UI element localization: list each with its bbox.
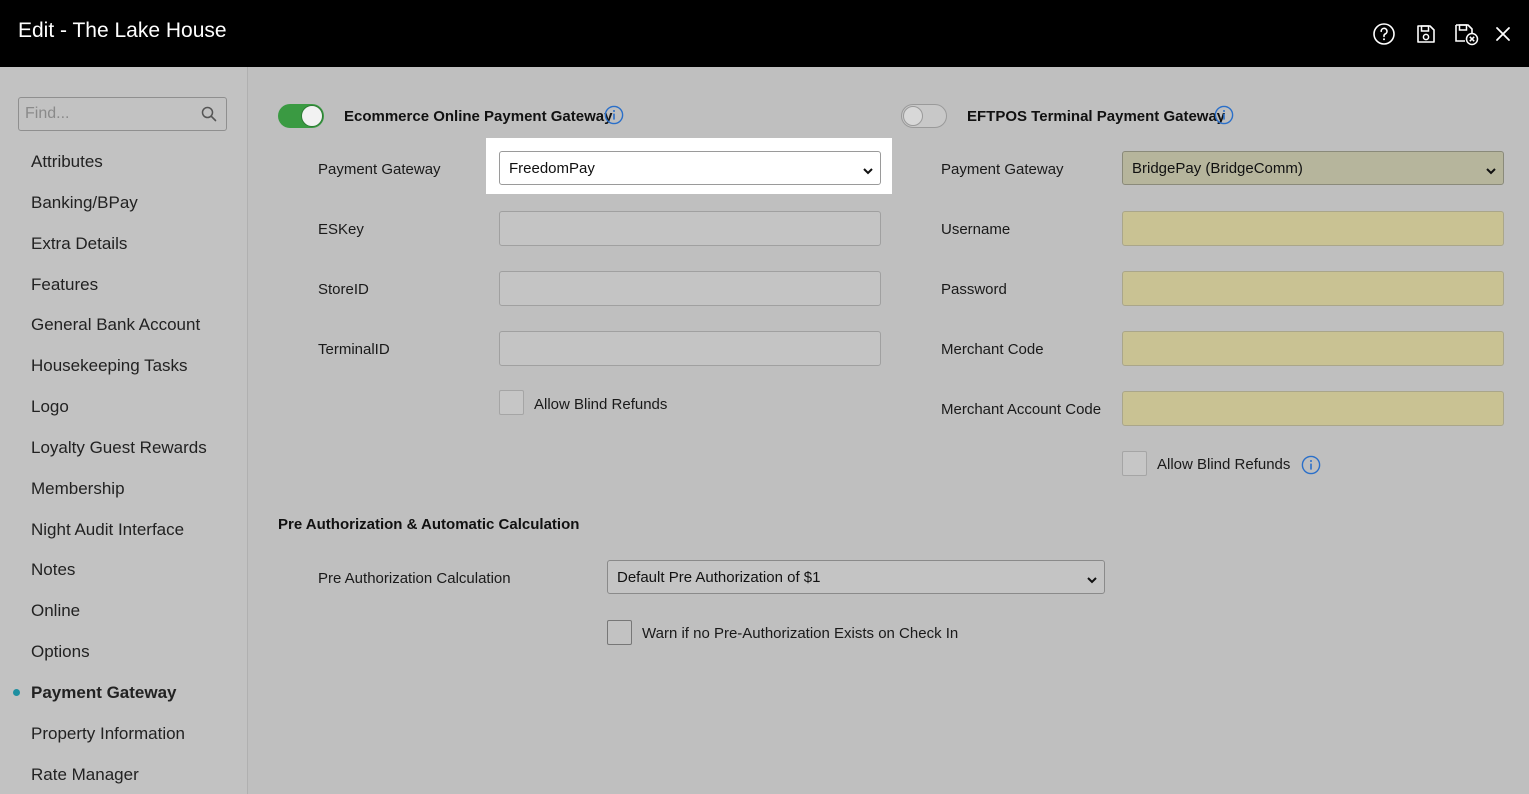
eftpos-gateway-label: Payment Gateway	[941, 161, 1064, 178]
storeid-label: StoreID	[318, 281, 369, 298]
storeid-field[interactable]	[499, 271, 881, 306]
sidebar-item-housekeeping-tasks[interactable]: Housekeeping Tasks	[31, 356, 188, 376]
password-label: Password	[941, 281, 1007, 298]
ecommerce-toggle[interactable]	[278, 104, 324, 128]
save-icon[interactable]	[1413, 21, 1439, 47]
eftpos-toggle[interactable]	[901, 104, 947, 128]
eftpos-info-icon[interactable]	[1214, 105, 1234, 125]
ecommerce-gateway-label: Payment Gateway	[318, 161, 441, 178]
eftpos-header: EFTPOS Terminal Payment Gateway	[967, 108, 1226, 125]
username-label: Username	[941, 221, 1011, 238]
eftpos-blind-refunds-checkbox[interactable]	[1122, 451, 1147, 476]
eftpos-gateway-select[interactable]: BridgePay (BridgeComm)	[1122, 151, 1504, 185]
preauth-header: Pre Authorization & Automatic Calculatio…	[278, 516, 580, 533]
sidebar-item-features[interactable]: Features	[31, 275, 98, 295]
search-icon[interactable]	[201, 106, 217, 127]
ecommerce-header: Ecommerce Online Payment Gateway	[344, 108, 613, 125]
eskey-label: ESKey	[318, 221, 364, 238]
sidebar-item-logo[interactable]: Logo	[31, 397, 69, 417]
sidebar-item-general-bank-account[interactable]: General Bank Account	[31, 315, 200, 335]
merchant-account-code-label: Merchant Account Code	[941, 401, 1102, 418]
merchant-code-field[interactable]	[1122, 331, 1504, 366]
preauth-calc-value: Default Pre Authorization of $1	[617, 568, 821, 586]
ecommerce-blind-refunds-label: Allow Blind Refunds	[534, 396, 668, 413]
sidebar-item-extra-details[interactable]: Extra Details	[31, 234, 127, 254]
eskey-field[interactable]	[499, 211, 881, 246]
sidebar-item-attributes[interactable]: Attributes	[31, 152, 103, 172]
preauth-warn-checkbox[interactable]	[607, 620, 632, 645]
merchant-account-code-field[interactable]	[1122, 391, 1504, 426]
sidebar-item-night-audit-interface[interactable]: Night Audit Interface	[31, 520, 184, 540]
close-icon[interactable]	[1490, 21, 1516, 47]
username-field[interactable]	[1122, 211, 1504, 246]
preauth-calc-select[interactable]: Default Pre Authorization of $1	[607, 560, 1105, 594]
toggle-knob	[903, 106, 923, 126]
ecommerce-gateway-value: FreedomPay	[509, 159, 595, 177]
help-icon[interactable]	[1371, 21, 1397, 47]
sidebar-item-notes[interactable]: Notes	[31, 560, 75, 580]
sidebar-item-payment-gateway[interactable]: Payment Gateway	[31, 683, 177, 703]
chevron-down-icon	[862, 163, 874, 180]
save-close-icon[interactable]	[1454, 21, 1480, 47]
merchant-code-label: Merchant Code	[941, 341, 1044, 358]
terminalid-field[interactable]	[499, 331, 881, 366]
blind-refunds-info-icon[interactable]	[1301, 455, 1321, 475]
sidebar-item-banking-bpay[interactable]: Banking/BPay	[31, 193, 138, 213]
terminalid-label: TerminalID	[318, 341, 390, 358]
sidebar-item-membership[interactable]: Membership	[31, 479, 125, 499]
search-box	[18, 97, 227, 131]
search-input[interactable]	[19, 98, 194, 130]
sidebar-item-loyalty-guest-rewards[interactable]: Loyalty Guest Rewards	[31, 438, 207, 458]
ecommerce-gateway-select[interactable]: FreedomPay	[499, 151, 881, 185]
toggle-knob	[301, 105, 323, 127]
main-panel: Ecommerce Online Payment Gateway Payment…	[249, 67, 1529, 794]
ecommerce-info-icon[interactable]	[604, 105, 624, 125]
password-field[interactable]	[1122, 271, 1504, 306]
title-bar: Edit - The Lake House	[0, 0, 1529, 67]
sidebar-item-options[interactable]: Options	[31, 642, 90, 662]
sidebar-item-online[interactable]: Online	[31, 601, 80, 621]
sidebar-item-rate-manager[interactable]: Rate Manager	[31, 765, 139, 785]
eftpos-blind-refunds-label: Allow Blind Refunds	[1157, 456, 1291, 473]
eftpos-gateway-value: BridgePay (BridgeComm)	[1132, 159, 1303, 177]
sidebar: Attributes Banking/BPay Extra Details Fe…	[0, 67, 248, 794]
ecommerce-blind-refunds-checkbox[interactable]	[499, 390, 524, 415]
preauth-warn-label: Warn if no Pre-Authorization Exists on C…	[642, 625, 959, 642]
window-title: Edit - The Lake House	[18, 19, 227, 42]
chevron-down-icon	[1485, 163, 1497, 180]
active-indicator	[13, 689, 20, 696]
preauth-calc-label: Pre Authorization Calculation	[318, 570, 511, 587]
sidebar-item-property-information[interactable]: Property Information	[31, 724, 185, 744]
chevron-down-icon	[1086, 572, 1098, 589]
